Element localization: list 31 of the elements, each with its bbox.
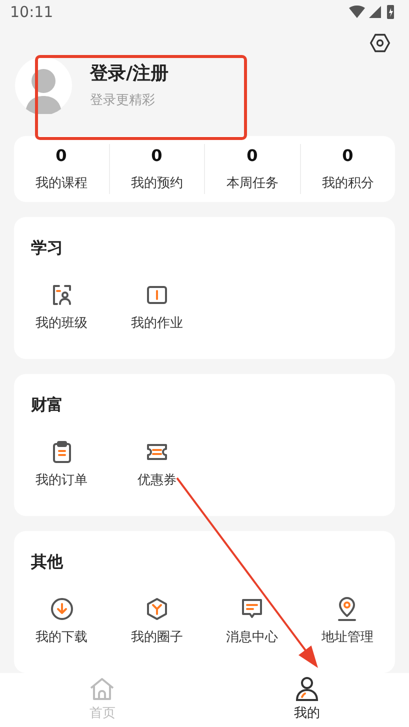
download-icon	[50, 597, 74, 621]
stat-value: 0	[342, 145, 354, 168]
settings-icon[interactable]	[369, 32, 391, 54]
menu-item-label[interactable]: 地址管理	[321, 628, 374, 648]
home-icon	[89, 676, 116, 702]
menu-item-label[interactable]: 消息中心	[226, 628, 278, 648]
hexagon-icon	[144, 597, 169, 621]
stat-label[interactable]: 我的积分	[322, 174, 374, 194]
stat-label[interactable]: 我的课程	[35, 174, 88, 194]
menu-item-label[interactable]: 我的订单	[36, 471, 88, 490]
menu-item-label[interactable]: 我的圈子	[130, 628, 183, 648]
login-subtitle: 登录更精彩	[90, 92, 156, 110]
login-title[interactable]: 登录/注册	[90, 60, 169, 88]
book-icon	[144, 283, 169, 307]
menu-item-label[interactable]: 我的作业	[130, 314, 183, 334]
tab[interactable]: 我的	[204, 673, 409, 727]
menu-item-label[interactable]: 我的下载	[36, 628, 88, 648]
stat-value: 0	[151, 145, 162, 168]
person-icon	[294, 676, 320, 702]
message-icon	[240, 597, 264, 621]
stat-label[interactable]: 本周任务	[226, 174, 278, 194]
menu-item-label[interactable]: 优惠券	[137, 471, 176, 490]
stat-label[interactable]: 我的预约	[130, 174, 183, 194]
stat-value: 0	[56, 145, 67, 168]
avatar[interactable]	[15, 56, 72, 114]
section-title: 财富	[31, 394, 63, 416]
section-title: 其他	[31, 551, 63, 573]
stat-value: 0	[246, 145, 258, 168]
status-time: 10:11	[10, 2, 54, 23]
menu-item-label[interactable]: 我的班级	[36, 314, 88, 334]
section-title: 学习	[31, 237, 63, 259]
